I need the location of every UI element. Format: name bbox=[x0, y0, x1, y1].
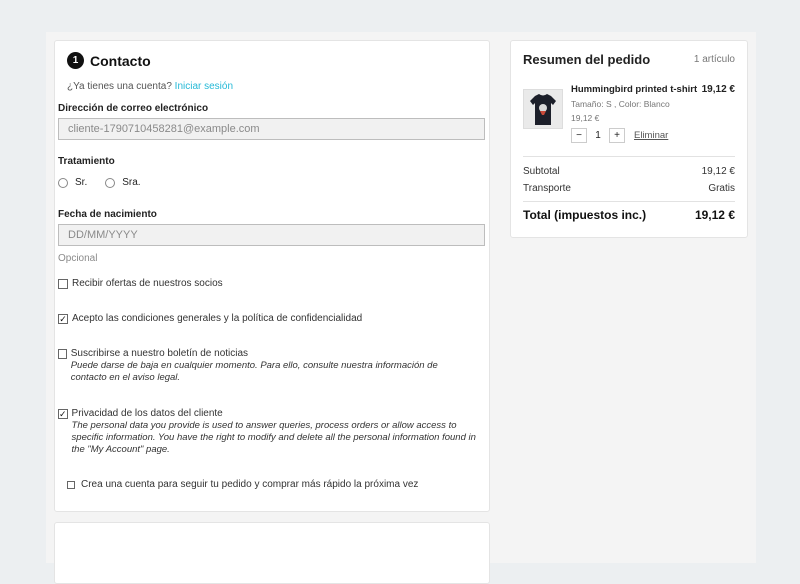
treatment-label: Tratamiento bbox=[58, 156, 115, 167]
product-unit-price: 19,12 € bbox=[571, 113, 600, 123]
product-name[interactable]: Hummingbird printed t-shirt bbox=[571, 84, 697, 95]
subtotal-row: Subtotal 19,12 € bbox=[523, 166, 735, 177]
email-label: Dirección de correo electrónico bbox=[58, 103, 209, 114]
checkbox-description: Puede darse de baja en cualquier momento… bbox=[70, 360, 438, 383]
contact-step-header: 1 Contacto bbox=[67, 52, 151, 69]
checkbox-content: Suscribirse a nuestro boletín de noticia… bbox=[71, 348, 473, 384]
radio-sra-label[interactable]: Sra. bbox=[122, 177, 140, 188]
account-question: ¿Ya tienes una cuenta? bbox=[67, 81, 172, 92]
checkbox-create-account[interactable]: Crea una cuenta para seguir tu pedido y … bbox=[67, 479, 418, 491]
shipping-value: Gratis bbox=[708, 183, 735, 194]
summary-title: Resumen del pedido bbox=[523, 52, 651, 67]
quantity-value[interactable]: 1 bbox=[587, 130, 609, 141]
checkbox-label: Recibir ofertas de nuestros socios bbox=[72, 278, 223, 289]
birthdate-field[interactable]: DD/MM/YYYY bbox=[58, 224, 485, 246]
checkbox-box[interactable] bbox=[67, 481, 75, 489]
remove-item-link[interactable]: Eliminar bbox=[634, 130, 668, 141]
next-step-section bbox=[54, 522, 490, 584]
checkbox-terms[interactable]: ✓ Acepto las condiciones generales y la … bbox=[58, 313, 362, 325]
checkbox-label: Acepto las condiciones generales y la po… bbox=[72, 313, 363, 324]
checkbox-box-checked[interactable]: ✓ bbox=[58, 409, 68, 419]
birthdate-optional-note: Opcional bbox=[58, 253, 98, 264]
treatment-radio-group: Sr. Sra. bbox=[58, 177, 159, 188]
subtotal-value: 19,12 € bbox=[701, 166, 735, 177]
login-link[interactable]: Iniciar sesión bbox=[175, 81, 233, 92]
contact-step-title: Contacto bbox=[90, 52, 151, 69]
checkbox-box[interactable] bbox=[58, 279, 68, 289]
checkbox-box-checked[interactable]: ✓ bbox=[58, 314, 68, 324]
checkbox-content: Recibir ofertas de nuestros socios bbox=[72, 278, 223, 290]
product-attributes: Tamaño: S , Color: Blanco bbox=[571, 99, 670, 109]
step-number-badge: 1 bbox=[67, 52, 84, 69]
quantity-stepper: − 1 + Eliminar bbox=[571, 128, 668, 143]
order-summary: Resumen del pedido 1 artículo Hummingbir… bbox=[510, 40, 748, 238]
checkbox-description: The personal data you provide is used to… bbox=[71, 420, 476, 455]
quantity-decrease-button[interactable]: − bbox=[571, 128, 587, 143]
total-value: 19,12 € bbox=[694, 208, 735, 222]
birthdate-label: Fecha de nacimiento bbox=[58, 209, 157, 220]
shipping-label: Transporte bbox=[523, 183, 571, 194]
login-prompt: ¿Ya tienes una cuenta? Iniciar sesión bbox=[67, 81, 233, 92]
summary-divider bbox=[523, 156, 735, 157]
total-label: Total (impuestos inc.) bbox=[523, 208, 647, 222]
summary-item-count: 1 artículo bbox=[693, 54, 735, 65]
total-row: Total (impuestos inc.) 19,12 € bbox=[523, 208, 735, 222]
checkbox-label: Suscribirse a nuestro boletín de noticia… bbox=[70, 348, 249, 359]
checkbox-privacy[interactable]: ✓ Privacidad de los datos del cliente Th… bbox=[58, 408, 476, 456]
quantity-increase-button[interactable]: + bbox=[609, 128, 625, 143]
checkbox-label: Crea una cuenta para seguir tu pedido y … bbox=[81, 479, 419, 490]
product-thumbnail[interactable] bbox=[523, 89, 563, 129]
shipping-row: Transporte Gratis bbox=[523, 183, 735, 194]
subtotal-label: Subtotal bbox=[523, 166, 560, 177]
checkbox-partner-offers[interactable]: Recibir ofertas de nuestros socios bbox=[58, 278, 223, 290]
tshirt-image-icon bbox=[530, 94, 556, 125]
product-price: 19,12 € bbox=[701, 84, 735, 95]
contact-section: 1 Contacto ¿Ya tienes una cuenta? Inicia… bbox=[54, 40, 490, 512]
radio-sra[interactable] bbox=[105, 177, 116, 188]
checkout-container: 1 Contacto ¿Ya tienes una cuenta? Inicia… bbox=[46, 32, 756, 584]
radio-sr-label[interactable]: Sr. bbox=[75, 177, 87, 188]
checkbox-newsletter[interactable]: Suscribirse a nuestro boletín de noticia… bbox=[58, 348, 473, 384]
summary-divider bbox=[523, 201, 735, 202]
radio-sr[interactable] bbox=[58, 177, 68, 188]
checkbox-label: Privacidad de los datos del cliente bbox=[71, 408, 223, 419]
checkbox-content: Acepto las condiciones generales y la po… bbox=[72, 313, 362, 325]
checkbox-box[interactable] bbox=[58, 349, 67, 359]
email-field[interactable]: cliente-1790710458281@example.com bbox=[58, 118, 485, 140]
checkbox-content: Privacidad de los datos del cliente The … bbox=[72, 408, 476, 456]
